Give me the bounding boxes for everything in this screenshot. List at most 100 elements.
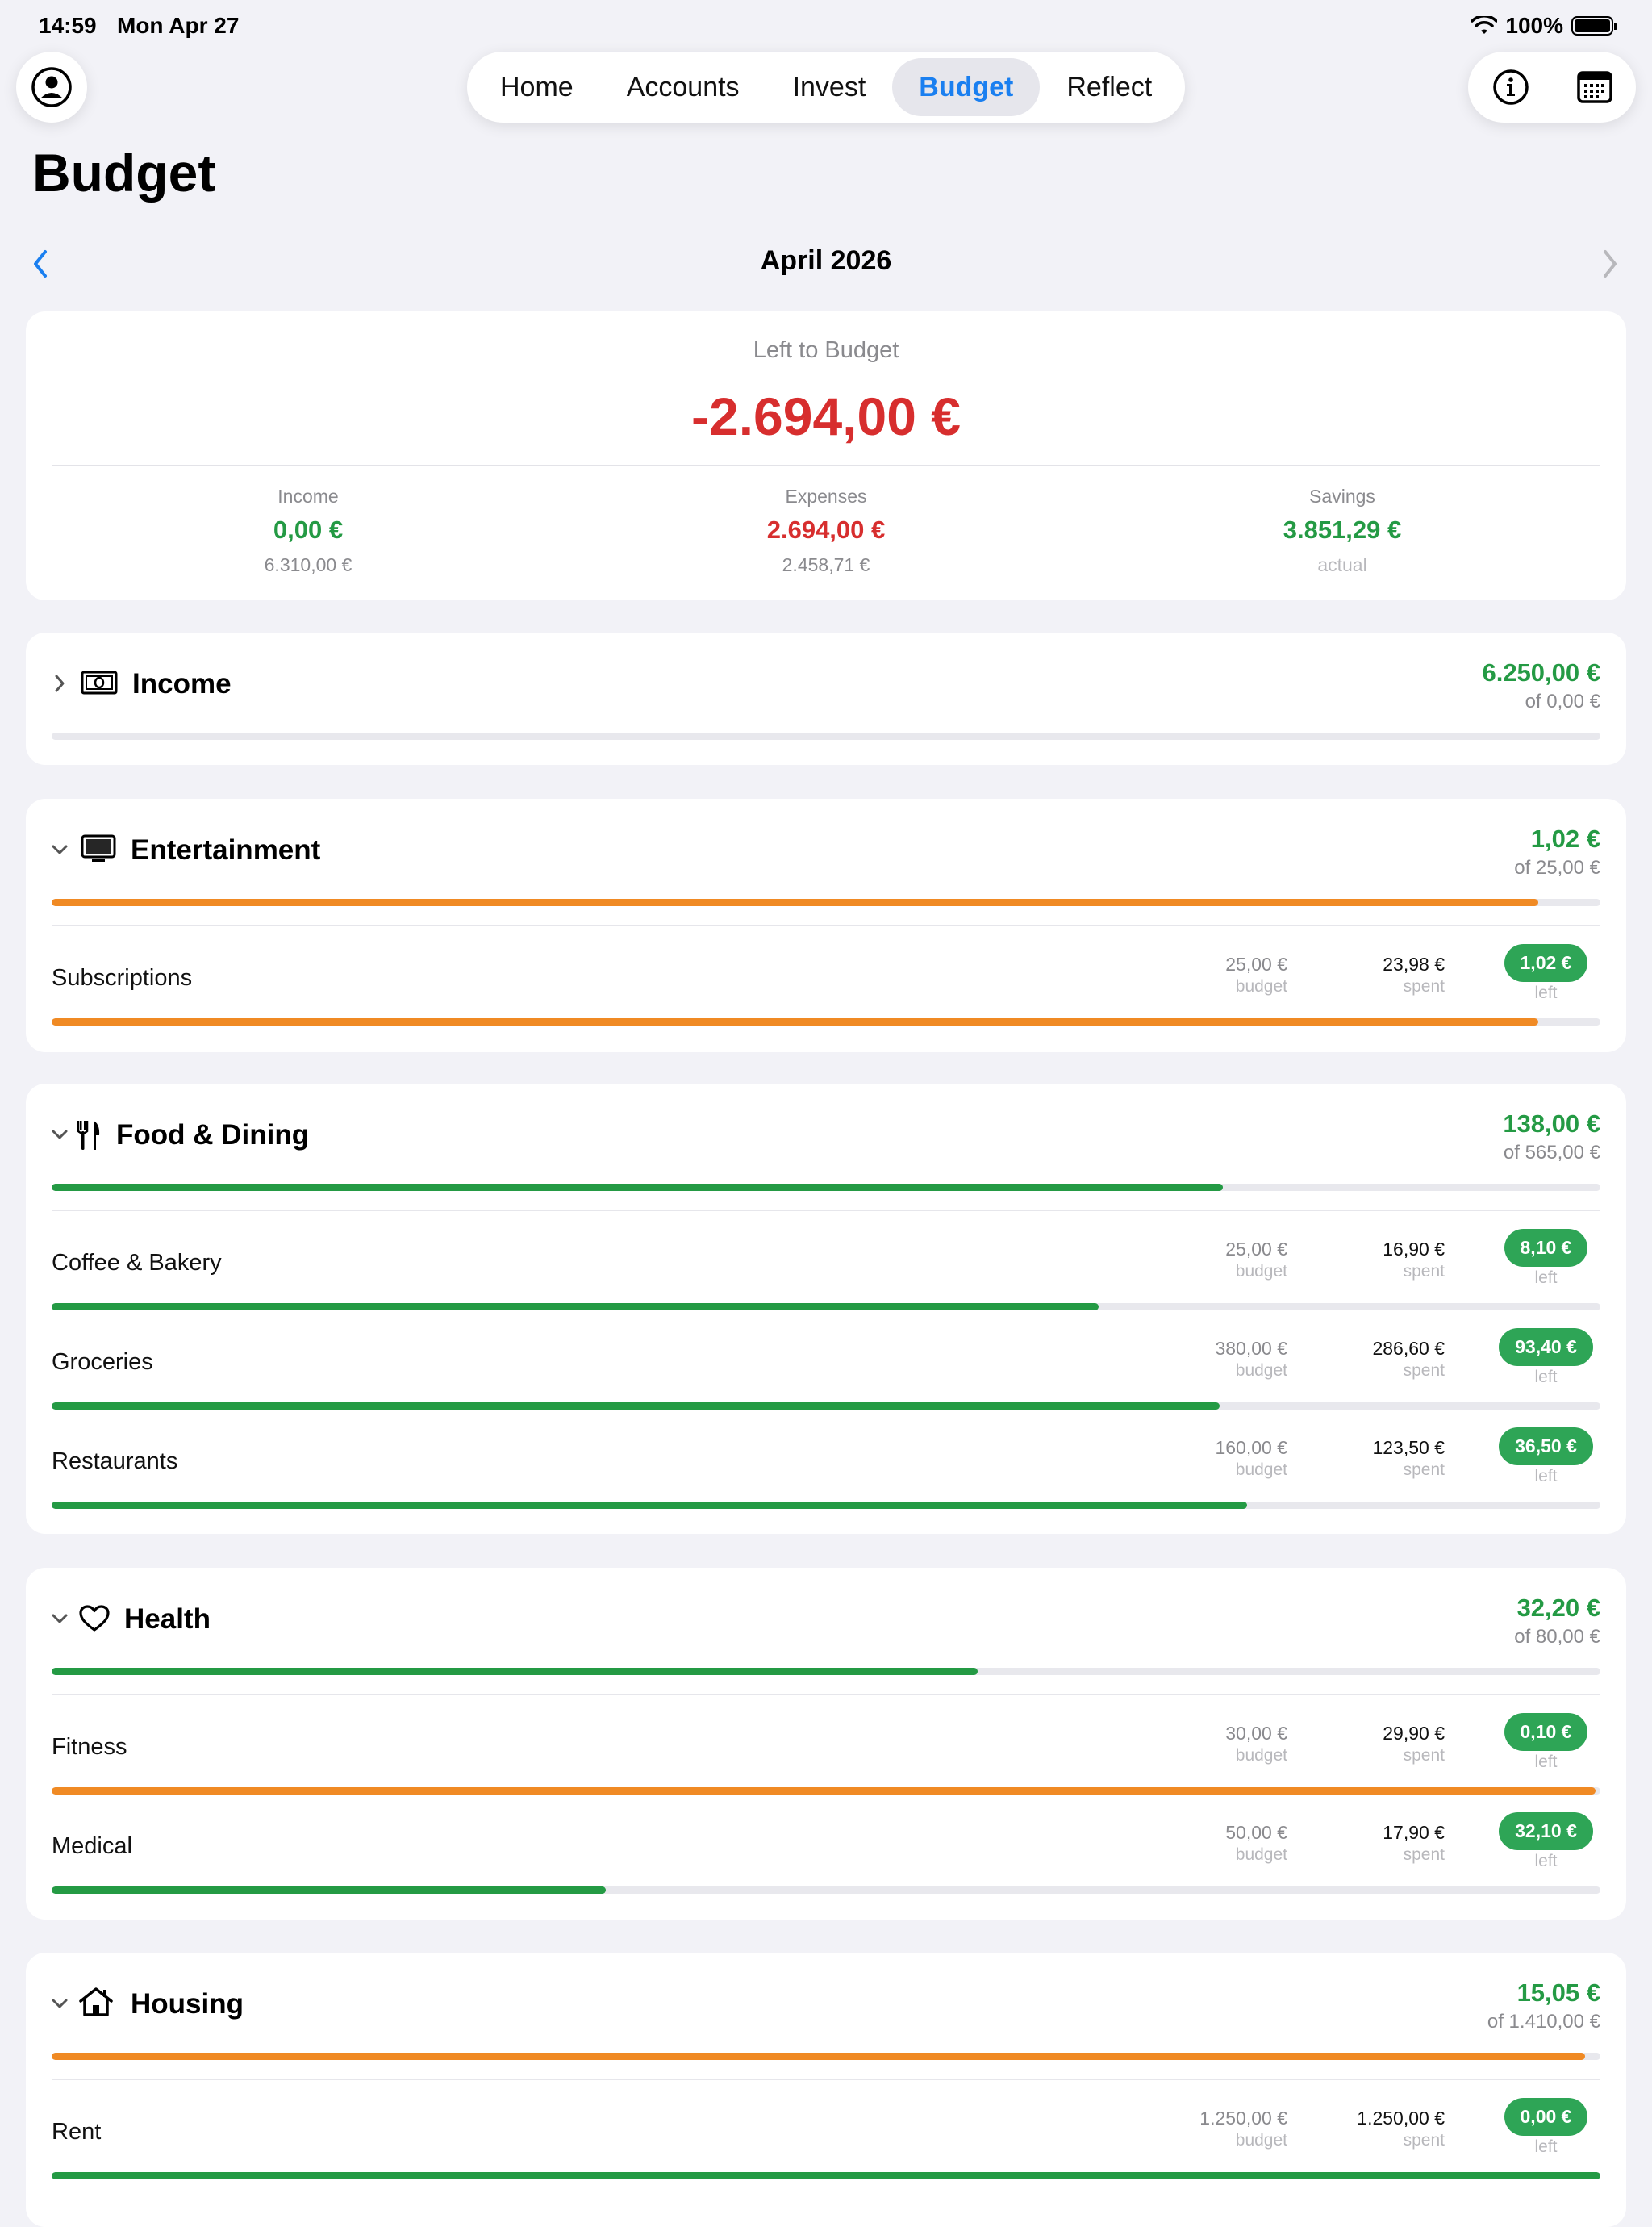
chevron-down-icon <box>52 1999 68 2008</box>
row-spent: 29,90 € spent <box>1383 1723 1445 1765</box>
expenses-label: Expenses <box>785 486 867 507</box>
left-badge: 0,10 € <box>1504 1713 1588 1751</box>
row-left: 32,10 € left <box>1491 1812 1600 1871</box>
chevron-down-icon <box>52 1614 68 1623</box>
category-name: Income <box>132 668 232 700</box>
info-button[interactable] <box>1492 69 1529 106</box>
status-bar: 14:59 Mon Apr 27 100% <box>0 0 1652 48</box>
left-badge: 36,50 € <box>1499 1427 1593 1465</box>
category-name: Health <box>124 1603 211 1635</box>
left-badge: 0,00 € <box>1504 2098 1588 2136</box>
house-icon <box>79 1987 113 2016</box>
left-badge: 1,02 € <box>1504 944 1588 982</box>
category-header-food-dining[interactable]: Food & Dining 138,00 € of 565,00 € <box>26 1084 1626 1180</box>
category-progress-bar <box>52 1668 1600 1675</box>
row-progress-bar <box>52 1886 1600 1894</box>
row-name: Subscriptions <box>52 965 193 991</box>
category-of-budget: of 80,00 € <box>1514 1626 1600 1648</box>
savings-summary: Savings 3.851,29 € actual <box>1181 486 1504 576</box>
page-title: Budget <box>32 143 216 203</box>
category-header-entertainment[interactable]: Entertainment 1,02 € of 25,00 € <box>26 799 1626 896</box>
category-name: Housing <box>131 1988 244 2020</box>
divider <box>52 925 1600 926</box>
divider <box>52 465 1600 466</box>
heart-icon <box>79 1605 110 1632</box>
category-amount: 138,00 € <box>1503 1109 1600 1138</box>
profile-button[interactable] <box>16 52 87 123</box>
row-budget: 380,00 € budget <box>1215 1338 1287 1380</box>
tab-home[interactable]: Home <box>473 58 600 116</box>
category-name: Entertainment <box>131 834 321 866</box>
row-name: Groceries <box>52 1349 153 1375</box>
left-badge: 32,10 € <box>1499 1812 1593 1850</box>
tab-invest[interactable]: Invest <box>766 58 893 116</box>
progress-fill <box>52 1502 1248 1509</box>
wifi-icon <box>1471 16 1498 34</box>
battery-icon <box>1571 16 1617 36</box>
income-summary: Income 0,00 € 6.310,00 € <box>147 486 469 576</box>
tv-icon <box>81 834 116 862</box>
next-month-button[interactable] <box>1597 249 1621 283</box>
category-name: Food & Dining <box>116 1119 310 1151</box>
chevron-down-icon <box>52 845 68 854</box>
row-name: Medical <box>52 1833 132 1859</box>
left-to-budget-value: -2.694,00 € <box>691 386 961 446</box>
tab-reflect[interactable]: Reflect <box>1040 58 1179 116</box>
savings-sub: actual <box>1317 554 1367 575</box>
tab-budget[interactable]: Budget <box>892 58 1041 116</box>
left-to-budget-card: Left to Budget -2.694,00 € Income 0,00 €… <box>26 311 1626 600</box>
nav-tab-bar: Home Accounts Invest Budget Reflect <box>467 52 1186 123</box>
info-icon <box>1492 69 1529 105</box>
row-left: 0,10 € left <box>1491 1713 1600 1772</box>
row-progress-bar <box>52 1402 1600 1410</box>
fork-knife-icon <box>77 1121 100 1150</box>
category-card-income: Income 6.250,00 € of 0,00 € <box>26 633 1626 765</box>
row-spent: 23,98 € spent <box>1383 954 1445 996</box>
category-header-housing[interactable]: Housing 15,05 € of 1.410,00 € <box>26 1953 1626 2049</box>
tab-accounts[interactable]: Accounts <box>600 58 766 116</box>
row-progress-bar <box>52 1787 1600 1795</box>
category-header-health[interactable]: Health 32,20 € of 80,00 € <box>26 1568 1626 1665</box>
divider <box>52 2079 1600 2080</box>
category-progress-bar <box>52 899 1600 906</box>
progress-fill <box>52 2172 1600 2179</box>
chevron-right-icon <box>1604 250 1617 278</box>
row-left: 0,00 € left <box>1491 2098 1600 2157</box>
row-spent: 1.250,00 € spent <box>1357 2108 1445 2150</box>
chevron-right-icon <box>55 675 65 692</box>
savings-label: Savings <box>1309 486 1375 507</box>
status-time: 14:59 <box>39 13 97 38</box>
row-budget: 25,00 € budget <box>1225 954 1287 996</box>
category-header-income[interactable]: Income 6.250,00 € of 0,00 € <box>26 633 1626 729</box>
category-amount: 32,20 € <box>1516 1594 1600 1622</box>
left-badge: 8,10 € <box>1504 1229 1588 1267</box>
person-circle-icon <box>31 67 72 107</box>
income-sub: 6.310,00 € <box>264 554 353 575</box>
category-card-food-dining: Food & Dining 138,00 € of 565,00 € Coffe… <box>26 1084 1626 1534</box>
progress-fill <box>52 1402 1220 1410</box>
chevron-down-icon <box>52 1130 68 1139</box>
category-progress-bar <box>52 1184 1600 1191</box>
progress-fill <box>52 1668 978 1675</box>
row-spent: 16,90 € spent <box>1383 1239 1445 1281</box>
row-budget: 30,00 € budget <box>1225 1723 1287 1765</box>
row-left: 93,40 € left <box>1491 1328 1600 1387</box>
calendar-button[interactable] <box>1576 70 1612 104</box>
month-label: April 2026 <box>760 245 892 276</box>
left-badge: 93,40 € <box>1499 1328 1593 1366</box>
toolbar-right <box>1468 52 1636 123</box>
row-progress-bar <box>52 2172 1600 2179</box>
row-progress-bar <box>52 1018 1600 1026</box>
month-navigator: April 2026 <box>0 239 1652 287</box>
category-card-health: Health 32,20 € of 80,00 € Fitness 30,00 … <box>26 1568 1626 1920</box>
progress-fill <box>52 1184 1223 1191</box>
row-left: 1,02 € left <box>1491 944 1600 1003</box>
expenses-sub: 2.458,71 € <box>782 554 870 575</box>
progress-fill <box>52 2053 1585 2060</box>
income-value: 0,00 € <box>273 516 344 544</box>
category-card-housing: Housing 15,05 € of 1.410,00 € Rent 1.250… <box>26 1953 1626 2227</box>
row-name: Fitness <box>52 1734 127 1760</box>
category-amount: 6.250,00 € <box>1482 658 1600 687</box>
row-spent: 17,90 € spent <box>1383 1822 1445 1864</box>
row-name: Rent <box>52 2119 102 2145</box>
